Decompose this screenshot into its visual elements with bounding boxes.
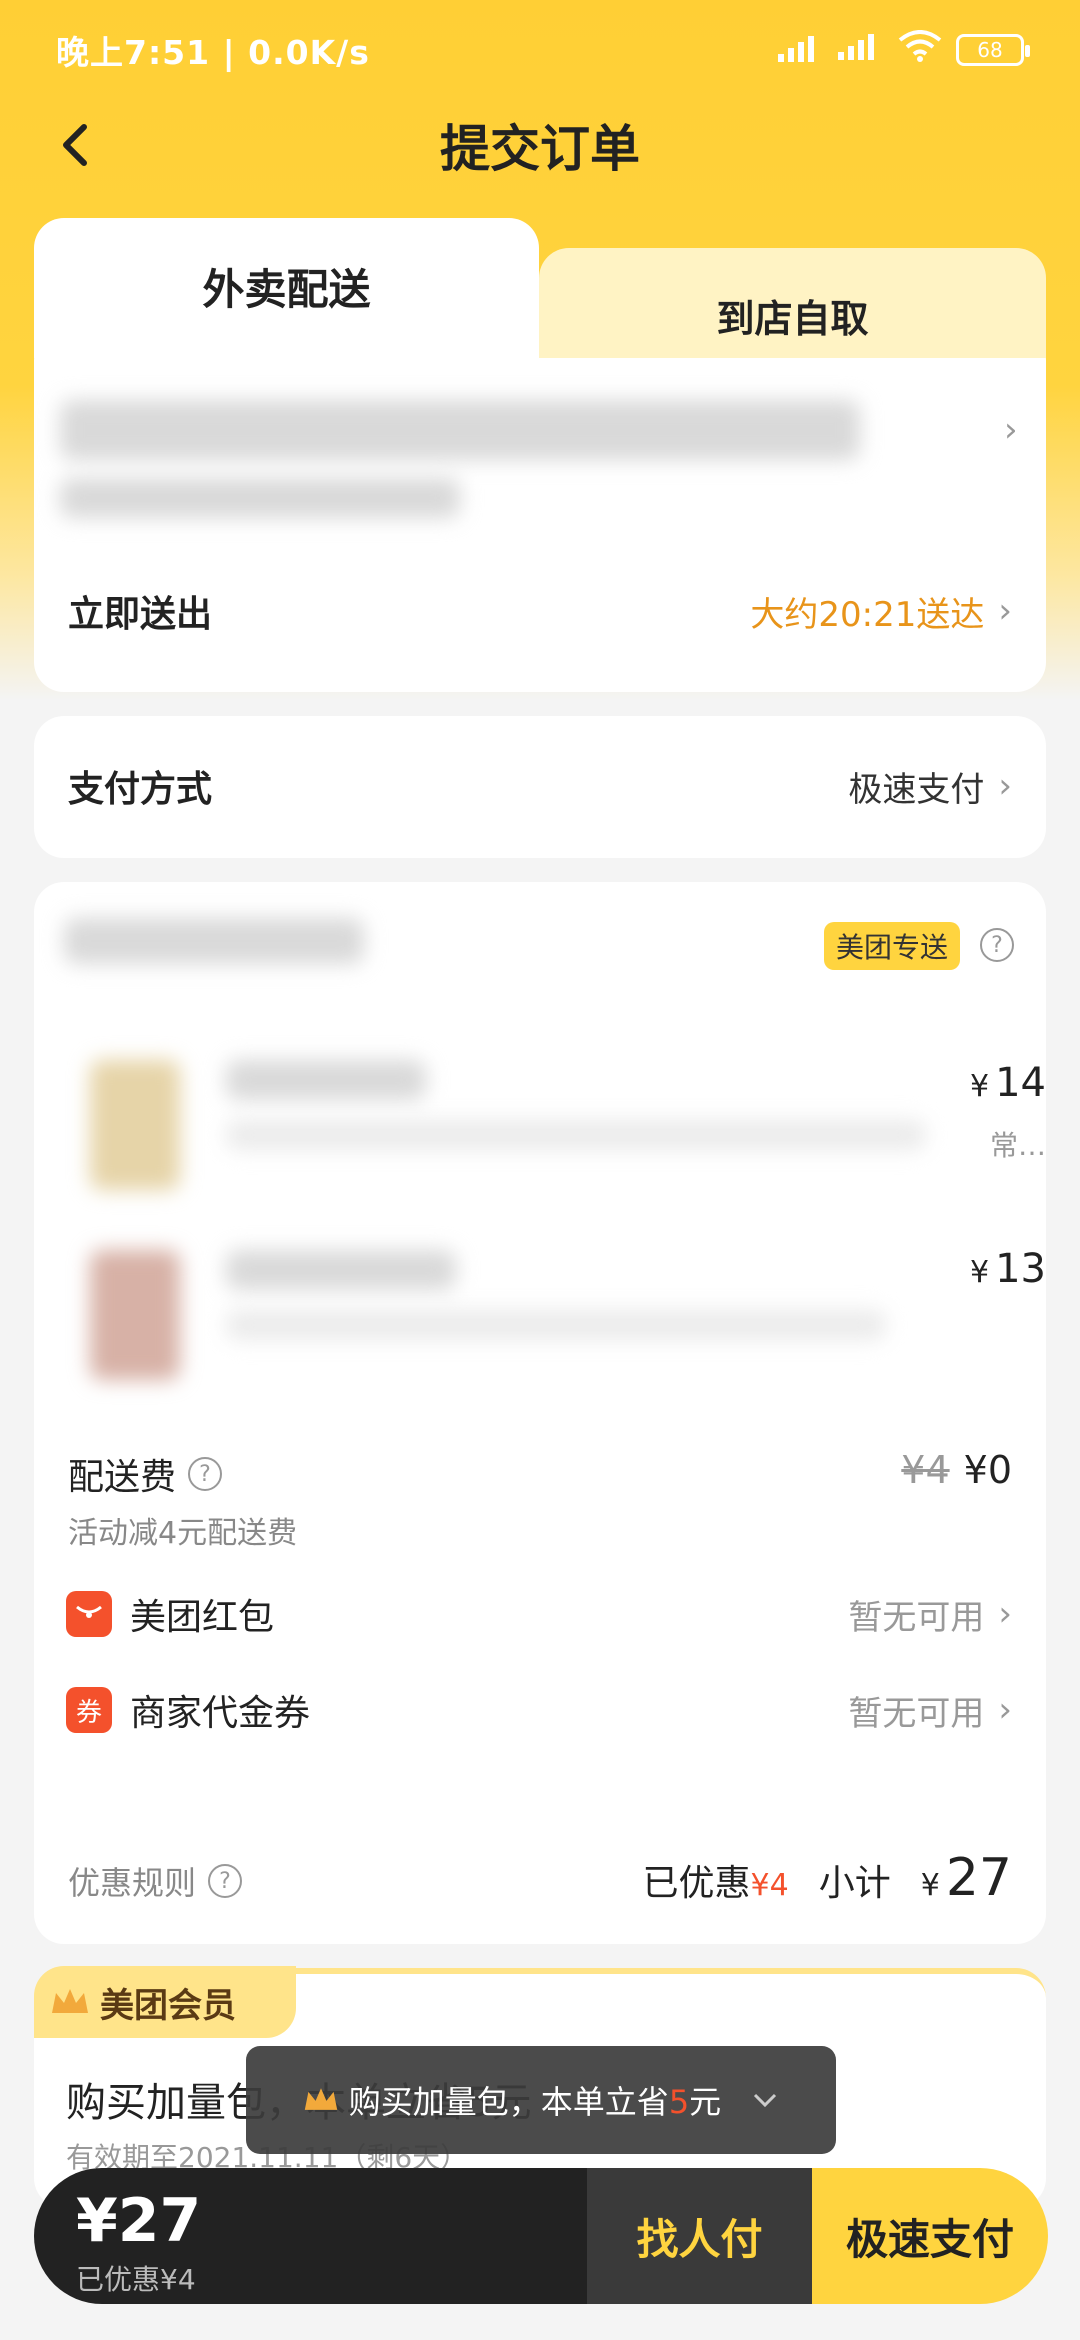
chevron-right-icon: › — [998, 591, 1012, 631]
total-price: ¥27 — [76, 2186, 202, 2256]
delivery-fee-final: ¥0 — [963, 1448, 1012, 1492]
rules-row[interactable]: 优惠规则 ? — [68, 1858, 243, 1904]
help-icon: ? — [208, 1864, 243, 1898]
shop-name-blurred — [64, 918, 364, 964]
delivery-time-label: 立即送出 — [68, 594, 213, 635]
chevron-right-icon: › — [998, 1690, 1012, 1730]
item-name-2 — [226, 1250, 456, 1290]
item-price-1: ¥14 — [970, 1060, 1046, 1106]
page-title: 提交订单 — [440, 120, 640, 178]
checkout-total: ¥27 已优惠¥4 — [34, 2168, 587, 2304]
order-card — [34, 882, 1046, 1944]
subtotal-row: 已优惠 ¥4 小计 ¥ 27 — [643, 1848, 1012, 1908]
help-icon[interactable]: ? — [980, 928, 1014, 962]
coupon-icon: 券 — [66, 1687, 112, 1733]
redpacket-row[interactable]: 美团红包 暂无可用 › — [66, 1588, 1012, 1640]
payment-row[interactable]: 支付方式 极速支付 › — [68, 760, 1012, 812]
status-time: 晚上7:51 | 0.0K/s — [56, 33, 370, 72]
tab-delivery[interactable]: 外卖配送 — [34, 218, 539, 358]
signal-icon — [778, 31, 824, 70]
chevron-right-icon: › — [998, 1594, 1012, 1634]
delivery-fee-original: ¥4 — [901, 1448, 950, 1492]
subtotal-symbol: ¥ — [920, 1868, 940, 1903]
help-icon[interactable]: ? — [188, 1457, 223, 1491]
item-image-1 — [90, 1060, 180, 1190]
coupon-row[interactable]: 券 商家代金券 暂无可用 › — [66, 1684, 1012, 1736]
item-desc-1 — [226, 1120, 926, 1150]
status-bar: 晚上7:51 | 0.0K/s 68 — [0, 0, 1080, 100]
wifi-icon — [898, 30, 942, 70]
item-image-2 — [90, 1250, 180, 1380]
redpacket-label: 美团红包 — [130, 1597, 275, 1638]
delivery-time-row[interactable]: 立即送出 大约20:21送达 › — [68, 585, 1012, 637]
chevron-down-icon — [751, 2081, 779, 2119]
pay-button[interactable]: 极速支付 — [812, 2168, 1048, 2304]
redpacket-icon — [66, 1591, 112, 1637]
tab-pickup[interactable]: 到店自取 — [539, 248, 1046, 358]
subtotal-label: 小计 — [818, 1863, 891, 1904]
subtotal-value: 27 — [945, 1848, 1012, 1908]
payment-value: 极速支付 — [848, 769, 985, 810]
delivery-fee-sub: 活动减4元配送费 — [68, 1516, 298, 1551]
saved-value: ¥4 — [750, 1868, 789, 1903]
delivery-fee-amount: ¥4 ¥0 — [901, 1448, 1012, 1492]
contact-blurred — [60, 478, 460, 518]
toast-text: 购买加量包，本单立省5元 — [348, 2083, 722, 2121]
back-button[interactable] — [40, 110, 110, 180]
checkout-bar: ¥27 已优惠¥4 找人付 极速支付 — [34, 2168, 1048, 2304]
coupon-label: 商家代金券 — [130, 1693, 311, 1734]
chevron-right-icon: › — [998, 766, 1012, 806]
item-note-1: 常… — [989, 1129, 1046, 1162]
chevron-left-icon — [63, 124, 87, 166]
saved-label: 已优惠 — [642, 1863, 751, 1904]
member-toast[interactable]: 购买加量包，本单立省5元 — [246, 2046, 836, 2154]
ask-friend-pay-button[interactable]: 找人付 — [587, 2168, 812, 2304]
delivery-badge: 美团专送 — [824, 922, 961, 970]
coupon-value: 暂无可用 — [848, 1693, 985, 1734]
item-name-1 — [226, 1060, 426, 1100]
member-title: 美团会员 — [100, 1985, 236, 2026]
crown-icon — [52, 1989, 88, 2013]
delivery-fee-row: 配送费 ? — [68, 1448, 223, 1500]
rules-label: 优惠规则 — [68, 1864, 197, 1902]
delivery-tabs: 外卖配送 到店自取 — [34, 218, 1046, 358]
address-blurred[interactable] — [60, 400, 860, 460]
address-chevron-icon: › — [1004, 410, 1018, 450]
member-tag: 美团会员 — [34, 1966, 296, 2038]
signal-hd-icon — [838, 30, 884, 70]
total-saved: 已优惠¥4 — [76, 2263, 196, 2296]
crown-icon — [304, 2088, 337, 2110]
delivery-eta: 大约20:21送达 — [750, 594, 985, 635]
item-desc-2 — [226, 1310, 886, 1340]
item-price-2: ¥13 — [970, 1246, 1046, 1292]
payment-label: 支付方式 — [68, 769, 213, 810]
delivery-fee-label: 配送费 — [68, 1457, 177, 1498]
redpacket-value: 暂无可用 — [848, 1597, 985, 1638]
nav-bar: 提交订单 — [0, 100, 1080, 190]
battery-icon: 68 — [956, 34, 1030, 66]
